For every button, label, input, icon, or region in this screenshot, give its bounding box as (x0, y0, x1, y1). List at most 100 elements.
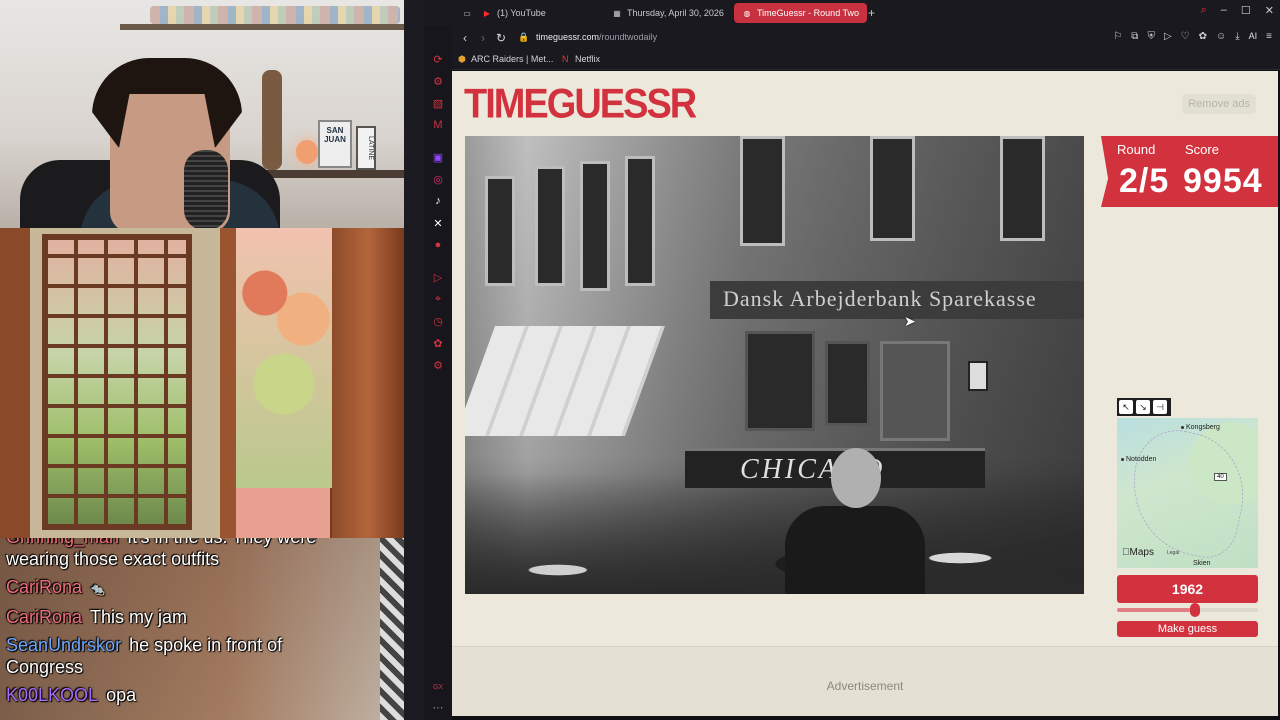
photo-window (825, 341, 870, 426)
make-guess-button[interactable]: Make guess (1117, 621, 1258, 637)
shield-icon[interactable]: ⛨ (1147, 31, 1155, 42)
microphone (184, 150, 228, 228)
photo-sign-text: Dansk Arbejderbank Sparekasse (723, 286, 1037, 311)
photo-awning (465, 326, 666, 436)
guess-map[interactable]: Kongsberg Notodden Skien 40 Maps Legal (1117, 418, 1258, 568)
extensions-icon[interactable]: ✿ (1199, 31, 1207, 42)
score-value: 9954 (1183, 162, 1263, 200)
photo-window (535, 166, 565, 286)
advertisement-area: Advertisement (452, 646, 1278, 716)
speed-dial-icon[interactable]: ▧ (431, 96, 445, 110)
photo-window (485, 176, 515, 286)
back-button[interactable]: ‹ (458, 30, 472, 46)
license-plate-sign: SAN JUAN (318, 120, 352, 168)
profile-icon[interactable]: ☺ (1216, 31, 1226, 42)
browser-sidebar: ◯ ⟳ ⚙ ▧ M ▣ ◎ ♪ ✕ ● ▷ ⌖ ◷ ✿ ⚙ GX ⋯ (424, 0, 452, 720)
timeguessr-logo[interactable]: TIMEGUESSR (464, 81, 697, 128)
shelf (120, 24, 404, 30)
bookmarks-bar: ⬢ ARC Raiders | Met... N Netflix (452, 50, 1280, 70)
map-toolbar: ↖ ↘ ⊣ (1117, 398, 1171, 416)
bookmark-arc-raiders[interactable]: ⬢ ARC Raiders | Met... (458, 53, 553, 65)
search-tabs-icon[interactable]: ⌕ (1201, 4, 1207, 17)
messenger-icon[interactable]: M (431, 118, 445, 132)
tiktok-icon[interactable]: ♪ (431, 194, 445, 208)
minimize-icon[interactable]: – (1221, 4, 1227, 17)
year-slider-fill (1117, 608, 1195, 612)
shrink-map-icon[interactable]: ↖ (1119, 400, 1133, 414)
chat-overlay: Grinning_manIt's in the us. They were we… (0, 538, 380, 720)
netflix-icon: N (562, 54, 569, 64)
pin-map-icon[interactable]: ⊣ (1153, 400, 1167, 414)
arc-icon: ⬢ (458, 53, 466, 64)
year-slider-thumb[interactable] (1189, 603, 1200, 617)
round-photo[interactable]: Dansk Arbejderbank Sparekasse CHICAGO (465, 136, 1084, 594)
maximize-icon[interactable]: ☐ (1241, 4, 1251, 17)
gx-icon[interactable]: GX (431, 680, 445, 694)
expand-map-icon[interactable]: ↘ (1136, 400, 1150, 414)
ai-button[interactable]: AI (1249, 31, 1258, 42)
forward-button[interactable]: › (476, 30, 490, 46)
score-label: Score (1185, 142, 1219, 157)
gx-corner-icon[interactable]: ⟳ (431, 52, 445, 66)
bookmark-netflix[interactable]: N Netflix (562, 54, 600, 64)
heart-icon[interactable]: ♡ (1181, 31, 1190, 42)
settings-icon[interactable]: ⚙ (431, 358, 445, 372)
history-icon[interactable]: ◷ (431, 314, 445, 328)
map-place: Skien (1193, 560, 1211, 567)
map-legal-link[interactable]: Legal (1167, 550, 1179, 556)
webcam-feed: SAN JUAN LATINE (0, 0, 404, 228)
address-bar: ‹ › ↻ 🔒 timeguessr.com/roundtwodaily ⚐ ⧉… (452, 26, 1280, 50)
new-tab-button[interactable]: + (860, 3, 883, 23)
download-icon[interactable]: ⤓ (1235, 31, 1239, 42)
player-icon[interactable]: ▷ (431, 270, 445, 284)
tab-calendar[interactable]: ▦ Thursday, April 30, 2026 (604, 3, 732, 23)
year-slider[interactable] (1117, 603, 1258, 617)
calendar-icon: ▦ (613, 8, 621, 18)
bookmark-icon[interactable]: ⚐ (1113, 31, 1122, 42)
map-place: Kongsberg (1181, 424, 1220, 431)
remove-ads-button[interactable]: Remove ads (1182, 94, 1256, 114)
tab-timeguessr[interactable]: ◍ TimeGuessr - Round Two (734, 3, 868, 23)
gx-control-icon[interactable]: ⚙ (431, 74, 445, 88)
overlay-background-scene (0, 228, 404, 538)
x-icon[interactable]: ✕ (431, 216, 445, 230)
globe-icon: ◍ (743, 8, 751, 18)
youtube-icon: ▶ (483, 8, 491, 18)
road-number: 40 (1214, 473, 1227, 481)
reload-button[interactable]: ↻ (494, 30, 508, 46)
menu-icon[interactable]: ≡ (1266, 31, 1272, 42)
year-display: 1962 (1117, 575, 1258, 603)
discord-icon[interactable]: ● (431, 238, 445, 252)
chat-message: K00LKOOL opa (6, 684, 136, 706)
chat-message: SeanUndrskor he spoke in front of Congres… (6, 634, 336, 678)
tab-bar: ▭ ▶ (1) YouTube ▦ Thursday, April 30, 20… (424, 0, 1280, 26)
tab-youtube[interactable]: ▶ (1) YouTube (474, 3, 554, 23)
lock-icon[interactable]: 🔒 (518, 32, 529, 43)
shelf-figurines (150, 6, 400, 24)
photo-window (745, 331, 815, 431)
tab-label: (1) YouTube (497, 8, 546, 18)
pinboard-icon[interactable]: ⌖ (431, 292, 445, 306)
photo-window (740, 136, 785, 246)
chat-text: This my jam (90, 607, 188, 627)
photo-man (785, 506, 925, 594)
close-icon[interactable]: ✕ (1265, 4, 1274, 17)
photo-window (625, 156, 655, 286)
overlay-divider (404, 0, 424, 720)
round-label: Round (1117, 142, 1156, 157)
photo-man-head (831, 448, 881, 508)
instagram-icon[interactable]: ◎ (431, 172, 445, 186)
extensions-icon[interactable]: ✿ (431, 336, 445, 350)
twitch-icon[interactable]: ▣ (431, 150, 445, 164)
more-icon[interactable]: ⋯ (431, 700, 445, 714)
flow-icon[interactable]: ▷ (1164, 31, 1172, 42)
photo-window (1000, 136, 1045, 241)
chat-username: CariRona (6, 577, 83, 597)
map-place: Notodden (1121, 456, 1156, 463)
tab-label: Thursday, April 30, 2026 (627, 8, 724, 18)
url-field[interactable]: timeguessr.com/roundtwodaily (536, 32, 657, 42)
desk (260, 170, 404, 178)
photo-window (870, 136, 915, 241)
snapshot-icon[interactable]: ⧉ (1131, 31, 1138, 42)
bookmark-label: Netflix (575, 54, 601, 64)
